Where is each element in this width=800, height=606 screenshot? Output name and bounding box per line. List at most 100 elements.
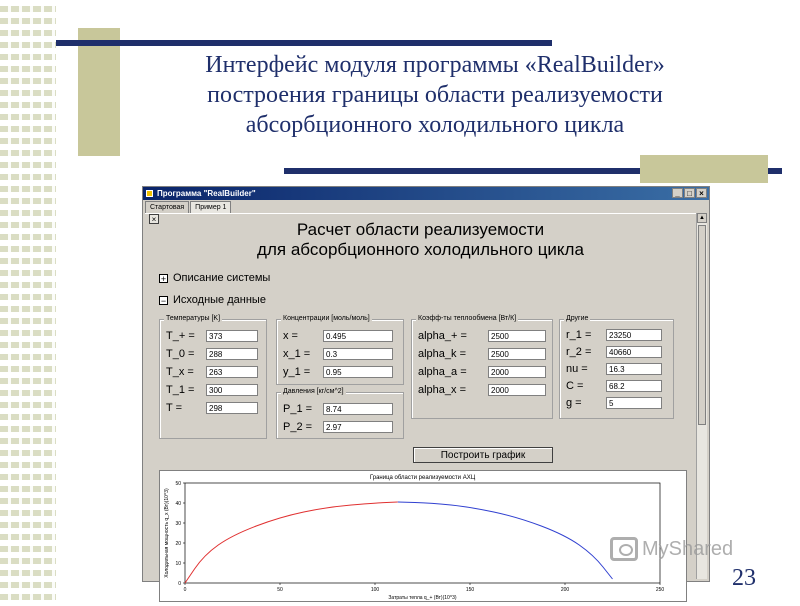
y-tick-label: 10 bbox=[175, 561, 181, 567]
field-label: nu = bbox=[566, 363, 588, 375]
close-window-button[interactable]: × bbox=[696, 188, 707, 198]
group-title: Температуры [K] bbox=[164, 315, 223, 322]
field-label: r_2 = bbox=[566, 346, 592, 358]
x-tick-label: 250 bbox=[656, 587, 665, 593]
slide-title-line: Интерфейс модуля программы «RealBuilder» bbox=[205, 52, 665, 78]
t-input[interactable]: 298 bbox=[206, 402, 258, 414]
field-label: T = bbox=[166, 402, 183, 414]
minimize-button[interactable]: _ bbox=[672, 188, 683, 198]
section-input-data[interactable]: − Исходные данные bbox=[159, 294, 266, 306]
c-input[interactable]: 68.2 bbox=[606, 380, 662, 392]
x-tick-label: 100 bbox=[371, 587, 380, 593]
t-plus-input[interactable]: 373 bbox=[206, 330, 258, 342]
group-other: Другие r_1 = 23250 r_2 = 40660 nu = 16.3 C … bbox=[559, 315, 674, 419]
group-title: Другие bbox=[564, 315, 591, 322]
field-label: y_1 = bbox=[283, 366, 311, 378]
field-label: C = bbox=[566, 380, 584, 392]
maximize-button[interactable]: □ bbox=[684, 188, 695, 198]
g-input[interactable]: 5 bbox=[606, 397, 662, 409]
expand-plus-icon[interactable]: + bbox=[159, 273, 168, 283]
scroll-up-arrow-icon[interactable]: ▲ bbox=[697, 213, 707, 223]
nu-input[interactable]: 16.3 bbox=[606, 363, 662, 375]
group-title: Коэфф-ты теплообмена [Вт/К] bbox=[416, 315, 519, 322]
field-label: T_+ = bbox=[166, 330, 195, 342]
x-axis-label: Затраты тепла q_+ (Вт)(10^3) bbox=[388, 595, 457, 601]
field-label: x = bbox=[283, 330, 298, 342]
p-1-input[interactable]: 8.74 bbox=[323, 403, 393, 415]
x-tick-label: 200 bbox=[561, 587, 570, 593]
t-1-input[interactable]: 300 bbox=[206, 384, 258, 396]
heading-line: Расчет области реализуемости bbox=[296, 220, 545, 239]
field-label: T_0 = bbox=[166, 348, 195, 360]
group-concentrations: Концентрации [моль/моль] x = 0.495 x_1 = 0… bbox=[276, 315, 404, 385]
tab-example-1[interactable]: Пример 1 bbox=[190, 201, 232, 213]
x-tick-label: 150 bbox=[466, 587, 475, 593]
r-1-input[interactable]: 23250 bbox=[606, 329, 662, 341]
field-label: alpha_x = bbox=[418, 384, 467, 396]
field-label: g = bbox=[566, 397, 582, 409]
y-tick-label: 20 bbox=[175, 541, 181, 547]
heading-line: для абсорбционного холодильного цикла bbox=[257, 240, 584, 259]
camera-icon bbox=[610, 537, 638, 561]
y-axis-label: Холодильная мощность q_x (Вт)(10^3) bbox=[164, 488, 170, 578]
field-label: T_x = bbox=[166, 366, 194, 378]
section-label: Описание системы bbox=[173, 272, 271, 284]
p-2-input[interactable]: 2.97 bbox=[323, 421, 393, 433]
field-label: T_1 = bbox=[166, 384, 195, 396]
calculation-heading: Расчет области реализуемости для абсорбц… bbox=[145, 220, 696, 260]
watermark-text: MyShared bbox=[642, 537, 734, 560]
decorative-line-top bbox=[56, 40, 552, 46]
plot-frame bbox=[184, 482, 661, 584]
watermark: MyShared bbox=[610, 537, 733, 561]
field-label: x_1 = bbox=[283, 348, 311, 360]
slide-title-line: абсорбционного холодильного цикла bbox=[245, 112, 625, 138]
slide-title: Интерфейс модуля программы «RealBuilder»… bbox=[150, 50, 720, 140]
tab-start[interactable]: Стартовая bbox=[145, 201, 190, 213]
y-tick-label: 40 bbox=[175, 501, 181, 507]
collapse-minus-icon[interactable]: − bbox=[159, 295, 168, 305]
group-heat-transfer: Коэфф-ты теплообмена [Вт/К] alpha_+ = 250… bbox=[411, 315, 553, 419]
field-label: alpha_k = bbox=[418, 348, 467, 360]
app-icon bbox=[146, 190, 153, 197]
field-label: P_2 = bbox=[283, 421, 313, 433]
x-input[interactable]: 0.495 bbox=[323, 330, 393, 342]
section-system-description[interactable]: + Описание системы bbox=[159, 272, 270, 284]
build-chart-button[interactable]: Построить график bbox=[413, 447, 553, 463]
x-tick-label: 0 bbox=[184, 587, 187, 593]
r-2-input[interactable]: 40660 bbox=[606, 346, 662, 358]
group-title: Концентрации [моль/моль] bbox=[281, 315, 372, 322]
vertical-scrollbar[interactable]: ▲ bbox=[696, 213, 707, 579]
field-label: alpha_a = bbox=[418, 366, 467, 378]
tab-bar: Стартовая Пример 1 bbox=[145, 201, 232, 213]
group-title: Давления [кг/см^2] bbox=[281, 388, 346, 395]
group-pressures: Давления [кг/см^2] P_1 = 8.74 P_2 = 2.97 bbox=[276, 388, 404, 439]
alpha-k-input[interactable]: 2500 bbox=[488, 348, 546, 360]
alpha-a-input[interactable]: 2000 bbox=[488, 366, 546, 378]
y-1-input[interactable]: 0.95 bbox=[323, 366, 393, 378]
t-0-input[interactable]: 288 bbox=[206, 348, 258, 360]
alpha-plus-input[interactable]: 2500 bbox=[488, 330, 546, 342]
window-titlebar[interactable]: Программа "RealBuilder" _ □ × bbox=[143, 187, 709, 200]
y-tick-label: 50 bbox=[175, 481, 181, 487]
boundary-chart: Граница области реализуемости АХЦ0 50 100 1… bbox=[164, 475, 665, 601]
field-label: P_1 = bbox=[283, 403, 313, 415]
slide-number: 23 bbox=[732, 565, 756, 591]
field-label: alpha_+ = bbox=[418, 330, 467, 342]
left-decorative-pattern bbox=[0, 0, 56, 600]
series-line-1 bbox=[184, 501, 398, 584]
alpha-x-input[interactable]: 2000 bbox=[488, 384, 546, 396]
slide-title-line: построения границы области реализуемости bbox=[207, 82, 663, 108]
scroll-thumb[interactable] bbox=[698, 225, 706, 425]
x-1-input[interactable]: 0.3 bbox=[323, 348, 393, 360]
y-tick-label: 30 bbox=[175, 521, 181, 527]
chart-panel: Граница области реализуемости АХЦ 0 50 100 1… bbox=[159, 470, 687, 602]
y-tick-label: 0 bbox=[178, 581, 181, 587]
app-window: Программа "RealBuilder" _ □ × Стартовая … bbox=[142, 186, 710, 602]
decorative-block-bottom bbox=[640, 155, 768, 183]
window-title: Программа "RealBuilder" bbox=[157, 189, 256, 198]
field-label: r_1 = bbox=[566, 329, 592, 341]
t-x-input[interactable]: 263 bbox=[206, 366, 258, 378]
section-label: Исходные данные bbox=[173, 294, 266, 306]
series-line-2 bbox=[397, 501, 613, 580]
x-tick-label: 50 bbox=[277, 587, 283, 593]
